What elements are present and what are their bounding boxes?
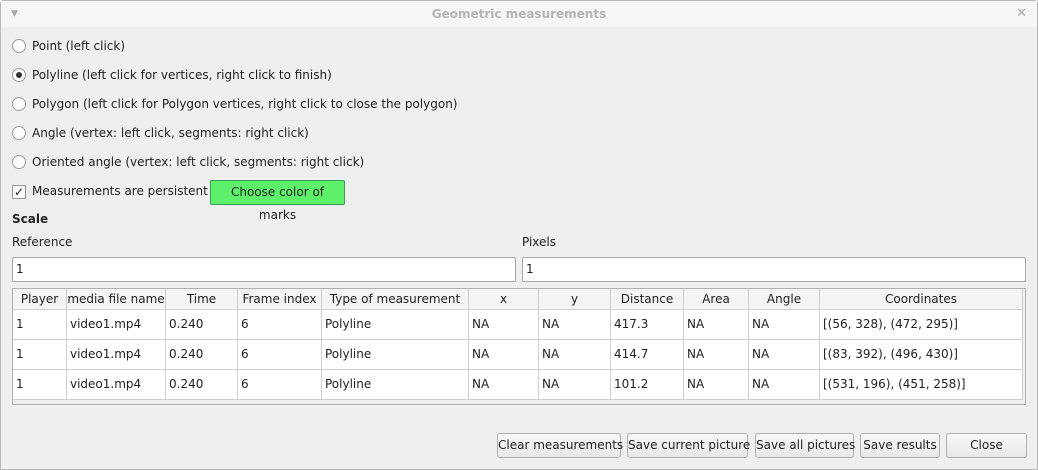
column-header[interactable]: y <box>539 289 611 310</box>
table-cell[interactable]: [(531, 196), (451, 258)] <box>820 370 1023 400</box>
column-header[interactable]: media file name <box>67 289 166 310</box>
table-cell[interactable]: NA <box>469 370 539 400</box>
measurements-table[interactable]: Player media file name Time Frame index Type… <box>12 288 1026 405</box>
table-cell[interactable]: 1 <box>13 310 67 340</box>
table-cell[interactable]: 6 <box>238 310 322 340</box>
table-cell[interactable]: NA <box>539 370 611 400</box>
save-current-picture-button[interactable]: Save current picture <box>627 433 750 458</box>
persistent-checkbox[interactable]: ✓ <box>12 185 26 199</box>
mode-label: Angle (vertex: left click, segments: rig… <box>32 126 309 140</box>
radio-button[interactable] <box>12 97 26 111</box>
table-cell[interactable]: NA <box>749 310 820 340</box>
mode-label: Polyline (left click for vertices, right… <box>32 68 332 82</box>
close-icon[interactable]: ✕ <box>1016 1 1027 27</box>
column-header[interactable]: Player <box>13 289 67 310</box>
table-cell[interactable]: 414.7 <box>611 340 684 370</box>
column-header[interactable]: Area <box>684 289 749 310</box>
scale-heading: Scale <box>12 212 49 226</box>
save-all-pictures-button[interactable]: Save all pictures <box>755 433 855 458</box>
table-cell[interactable]: [(56, 328), (472, 295)] <box>820 310 1023 340</box>
table-cell[interactable]: NA <box>539 340 611 370</box>
column-header[interactable]: Coordinates <box>820 289 1023 310</box>
table-cell[interactable]: [(83, 392), (496, 430)] <box>820 340 1023 370</box>
table-cell[interactable]: NA <box>684 340 749 370</box>
reference-label: Reference <box>12 235 73 249</box>
mode-label: Polygon (left click for Polygon vertices… <box>32 97 458 111</box>
table-cell[interactable]: Polyline <box>322 370 469 400</box>
title-bar: ▼ Geometric measurements ✕ <box>1 1 1037 27</box>
table-cell[interactable]: 0.240 <box>166 370 238 400</box>
table-cell[interactable]: Polyline <box>322 310 469 340</box>
column-header[interactable]: Frame index <box>238 289 322 310</box>
table-cell[interactable]: 0.240 <box>166 340 238 370</box>
reference-input[interactable]: 1 <box>12 257 516 282</box>
mode-label: Oriented angle (vertex: left click, segm… <box>32 155 365 169</box>
window-title: Geometric measurements <box>431 7 607 21</box>
table-cell[interactable]: NA <box>749 370 820 400</box>
choose-color-button[interactable]: Choose color of marks <box>210 180 345 222</box>
column-header[interactable]: Time <box>166 289 238 310</box>
persistent-label: Measurements are persistent <box>32 184 208 198</box>
table-cell[interactable]: NA <box>684 370 749 400</box>
table-cell[interactable]: video1.mp4 <box>67 370 166 400</box>
table-cell[interactable]: 417.3 <box>611 310 684 340</box>
table-cell[interactable]: NA <box>749 340 820 370</box>
table-cell[interactable]: 101.2 <box>611 370 684 400</box>
column-header[interactable]: x <box>469 289 539 310</box>
clear-measurements-button[interactable]: Clear measurements <box>497 433 623 458</box>
table-cell[interactable]: NA <box>469 340 539 370</box>
radio-button[interactable] <box>12 155 26 169</box>
window-menu-icon[interactable]: ▼ <box>11 1 18 27</box>
pixels-input[interactable]: 1 <box>522 257 1026 282</box>
pixels-label: Pixels <box>522 235 557 249</box>
table-cell[interactable]: video1.mp4 <box>67 340 166 370</box>
radio-button[interactable] <box>12 68 26 82</box>
table-cell[interactable]: 1 <box>13 340 67 370</box>
table-cell[interactable]: 1 <box>13 370 67 400</box>
table-cell[interactable]: 6 <box>238 370 322 400</box>
table-cell[interactable]: NA <box>539 310 611 340</box>
mode-label: Point (left click) <box>32 39 126 53</box>
table-cell[interactable]: NA <box>684 310 749 340</box>
save-results-button[interactable]: Save results <box>860 433 940 458</box>
close-button[interactable]: Close <box>946 433 1027 458</box>
column-header[interactable]: Angle <box>749 289 820 310</box>
radio-button[interactable] <box>12 126 26 140</box>
table-cell[interactable]: 6 <box>238 340 322 370</box>
radio-button[interactable] <box>12 39 26 53</box>
table-cell[interactable]: 0.240 <box>166 310 238 340</box>
table-cell[interactable]: video1.mp4 <box>67 310 166 340</box>
table-cell[interactable]: NA <box>469 310 539 340</box>
column-header[interactable]: Distance <box>611 289 684 310</box>
column-header[interactable]: Type of measurement <box>322 289 469 310</box>
table-cell[interactable]: Polyline <box>322 340 469 370</box>
